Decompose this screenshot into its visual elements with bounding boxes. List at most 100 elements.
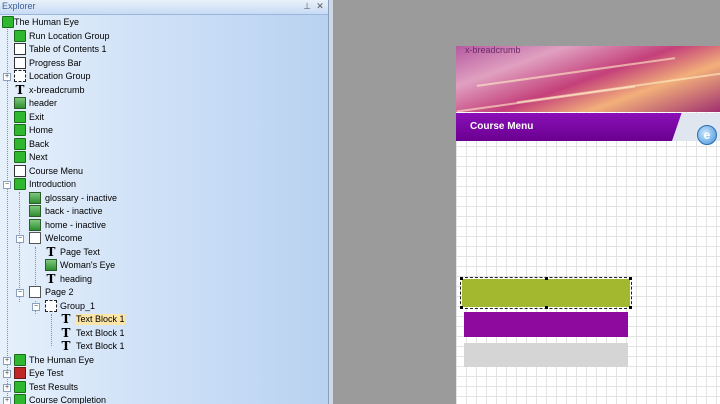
group-icon [45,300,57,312]
tree-item-exit[interactable]: Exit [0,111,328,124]
tree-item-the-human-eye-2[interactable]: + The Human Eye [0,354,328,367]
text-block[interactable] [464,343,628,367]
text-icon: T [61,326,71,340]
tree-item-label: Home [29,125,54,135]
tree-item-label: Run Location Group [29,31,110,41]
tree-item-text-block-1[interactable]: T Text Block 1 [0,327,328,340]
course-menu-label: Course Menu [470,121,534,132]
image-icon [29,219,41,231]
collapse-icon[interactable]: − [3,181,11,189]
collapse-icon[interactable]: − [16,235,24,243]
tree-item-course-menu[interactable]: Course Menu [0,165,328,178]
tree-item-label: The Human Eye [14,17,80,27]
explorer-title: Explorer [2,1,36,11]
resize-handle[interactable] [629,277,632,280]
image-icon [45,259,57,271]
tree-item-welcome[interactable]: − Welcome [0,232,328,245]
tree-item-label: Group_1 [60,301,96,311]
tree-item-course-completion[interactable]: + Course Completion [0,394,328,404]
resize-handle[interactable] [460,306,463,309]
expand-icon[interactable]: + [3,397,11,404]
tree-item-womans-eye[interactable]: Woman's Eye [0,259,328,272]
tree-item-label: Progress Bar [29,58,82,68]
tree-item-label: Course Menu [29,166,84,176]
tree-item-label: Text Block 1 [76,341,125,351]
button-icon [14,151,26,163]
tree-item-label: glossary - inactive [45,193,118,203]
tree-item-label: Text Block 1 [76,328,125,338]
panel-splitter[interactable] [328,0,333,404]
image-icon [29,192,41,204]
resize-handle[interactable] [545,277,548,280]
page-icon [29,232,41,244]
image-icon [14,97,26,109]
tree-item-home-inactive[interactable]: home - inactive [0,219,328,232]
explorer-header: Explorer ⊥ ✕ [0,0,328,15]
tree-item-back[interactable]: Back [0,138,328,151]
tree-item-the-human-eye[interactable]: The Human Eye [0,16,328,29]
text-icon: T [15,83,25,97]
chapter-icon [14,178,26,190]
tree-item-label: Test Results [29,382,79,392]
tree-item-text-block-1[interactable]: T Text Block 1 [0,313,328,326]
tree-item-eye-test[interactable]: + Eye Test [0,367,328,380]
tree-item-label: Welcome [45,233,83,243]
tree-item-label: Course Completion [29,395,107,404]
expand-icon[interactable]: + [3,357,11,365]
resize-handle[interactable] [545,306,548,309]
pin-icon[interactable]: ⊥ [302,1,312,12]
tree-item-label: x-breadcrumb [29,85,85,95]
tree-item-progress-bar[interactable]: Progress Bar [0,57,328,70]
tree-item-home[interactable]: Home [0,124,328,137]
progress-bar-icon [14,57,26,69]
explorer-panel: Explorer ⊥ ✕ The Human Eye Run Location … [0,0,328,404]
tree-item-location-group[interactable]: + Location Group [0,70,328,83]
tree-item-back-inactive[interactable]: back - inactive [0,205,328,218]
tree-item-label: Location Group [29,71,91,81]
resize-handle[interactable] [629,306,632,309]
tree-item-label: Introduction [29,179,77,189]
chapter-icon [14,381,26,393]
expand-icon[interactable]: + [3,384,11,392]
tree-item-run-location-group[interactable]: Run Location Group [0,30,328,43]
tree-item-page-2[interactable]: − Page 2 [0,286,328,299]
tree-item-label: Page Text [60,247,100,257]
tree-item-label: Table of Contents 1 [29,44,107,54]
toc-icon [14,43,26,55]
tree-item-x-breadcrumb[interactable]: T x-breadcrumb [0,84,328,97]
expand-icon[interactable]: + [3,73,11,81]
button-icon [14,111,26,123]
tree-item-test-results[interactable]: + Test Results [0,381,328,394]
resize-handle[interactable] [460,277,463,280]
tree-item-page-text[interactable]: T Page Text [0,246,328,259]
menu-icon [14,165,26,177]
exit-icon[interactable]: e [697,125,717,145]
test-icon [14,367,26,379]
tree-item-label: The Human Eye [29,355,95,365]
location-icon [14,30,26,42]
close-icon[interactable]: ✕ [315,1,325,12]
chapter-icon [14,394,26,404]
expand-icon[interactable]: + [3,370,11,378]
text-icon: T [61,312,71,326]
button-icon [14,124,26,136]
tree-item-header[interactable]: header [0,97,328,110]
tree-item-table-of-contents[interactable]: Table of Contents 1 [0,43,328,56]
tree-item-label: Exit [29,112,45,122]
tree-item-group-1[interactable]: − Group_1 [0,300,328,313]
collapse-icon[interactable]: − [16,289,24,297]
tree-item-label: Next [29,152,48,162]
collapse-icon[interactable]: − [32,303,40,311]
text-block[interactable] [464,312,628,337]
tree-item-label: Woman's Eye [60,260,116,270]
text-block-selected[interactable] [460,277,632,309]
tree-item-label: home - inactive [45,220,107,230]
tree-item-introduction[interactable]: − Introduction [0,178,328,191]
header-image[interactable] [456,46,720,112]
breadcrumb[interactable]: x-breadcrumb [465,45,521,55]
tree-item-heading[interactable]: T heading [0,273,328,286]
page-icon [29,286,41,298]
tree-item-next[interactable]: Next [0,151,328,164]
tree-item-glossary-inactive[interactable]: glossary - inactive [0,192,328,205]
tree-item-text-block-1[interactable]: T Text Block 1 [0,340,328,353]
